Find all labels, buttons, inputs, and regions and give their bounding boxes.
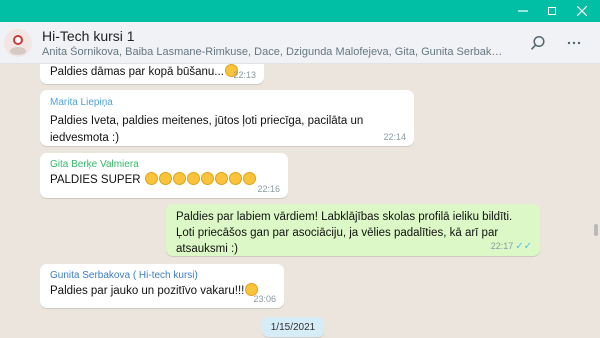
- search-icon: [530, 35, 545, 50]
- message-status: 22:17 ✓✓: [491, 241, 532, 252]
- message-time: 22:17: [490, 241, 514, 251]
- minimize-icon[interactable]: [508, 0, 538, 22]
- message-bubble[interactable]: Gita Berķe Valmiera PALDIES SUPER 22:16: [40, 153, 288, 198]
- message-text: Paldies par labiem vārdiem! Labklājības …: [176, 211, 513, 255]
- message-text: Paldies Iveta, paldies meitenes, jūtos ļ…: [50, 115, 364, 144]
- message-time: 22:14: [383, 132, 406, 142]
- message-time: 23:06: [253, 294, 276, 304]
- message-list[interactable]: Paldies dāmas par kopā būšanu... 22:13 M…: [0, 64, 600, 338]
- date-separator: 1/15/2021: [262, 317, 324, 337]
- read-receipt-icon: ✓✓: [515, 241, 532, 252]
- message-bubble[interactable]: Marita Liepiņa Paldies Iveta, paldies me…: [40, 90, 414, 146]
- message-sender: Gita Berķe Valmiera: [50, 159, 139, 170]
- message-text: Paldies dāmas par kopā būšanu...: [50, 66, 224, 78]
- close-icon[interactable]: [567, 0, 597, 22]
- restore-icon[interactable]: [537, 0, 567, 22]
- scrollbar-thumb[interactable]: [594, 224, 598, 236]
- emoji-icon: [172, 172, 186, 185]
- emoji-icon: [242, 172, 256, 185]
- message-time: 22:16: [257, 184, 280, 194]
- emoji-icon: [158, 172, 172, 185]
- emoji-icon: [186, 172, 200, 185]
- message-time: 22:13: [233, 70, 256, 80]
- message-bubble[interactable]: Paldies dāmas par kopā būšanu... 22:13: [40, 64, 264, 84]
- chat-title: Hi-Tech kursi 1: [42, 28, 135, 44]
- emoji-icon: [214, 172, 228, 185]
- message-bubble-outgoing[interactable]: Paldies par labiem vārdiem! Labklājības …: [166, 204, 540, 256]
- emoji-icon: [144, 172, 158, 185]
- message-text: Paldies par jauko un pozitīvo vakaru!!!: [50, 285, 245, 297]
- chat-header[interactable]: Hi-Tech kursi 1 Anita Šornikova, Baiba L…: [0, 22, 600, 64]
- chat-members-list: Anita Šornikova, Baiba Lasmane-Rimkuse, …: [42, 46, 504, 58]
- search-button[interactable]: [525, 30, 551, 56]
- emoji-group: [144, 172, 256, 186]
- window-titlebar: [0, 0, 600, 22]
- emoji-icon: [228, 172, 242, 185]
- message-sender: Marita Liepiņa: [50, 97, 113, 108]
- message-sender: Gunita Serbakova ( Hi-tech kursi): [50, 270, 198, 281]
- message-text: PALDIES SUPER: [50, 174, 141, 186]
- group-avatar[interactable]: [4, 29, 32, 57]
- more-options-icon: [567, 41, 581, 45]
- message-bubble[interactable]: Gunita Serbakova ( Hi-tech kursi) Paldie…: [40, 264, 284, 308]
- emoji-icon: [200, 172, 214, 185]
- more-options-button[interactable]: [561, 30, 587, 56]
